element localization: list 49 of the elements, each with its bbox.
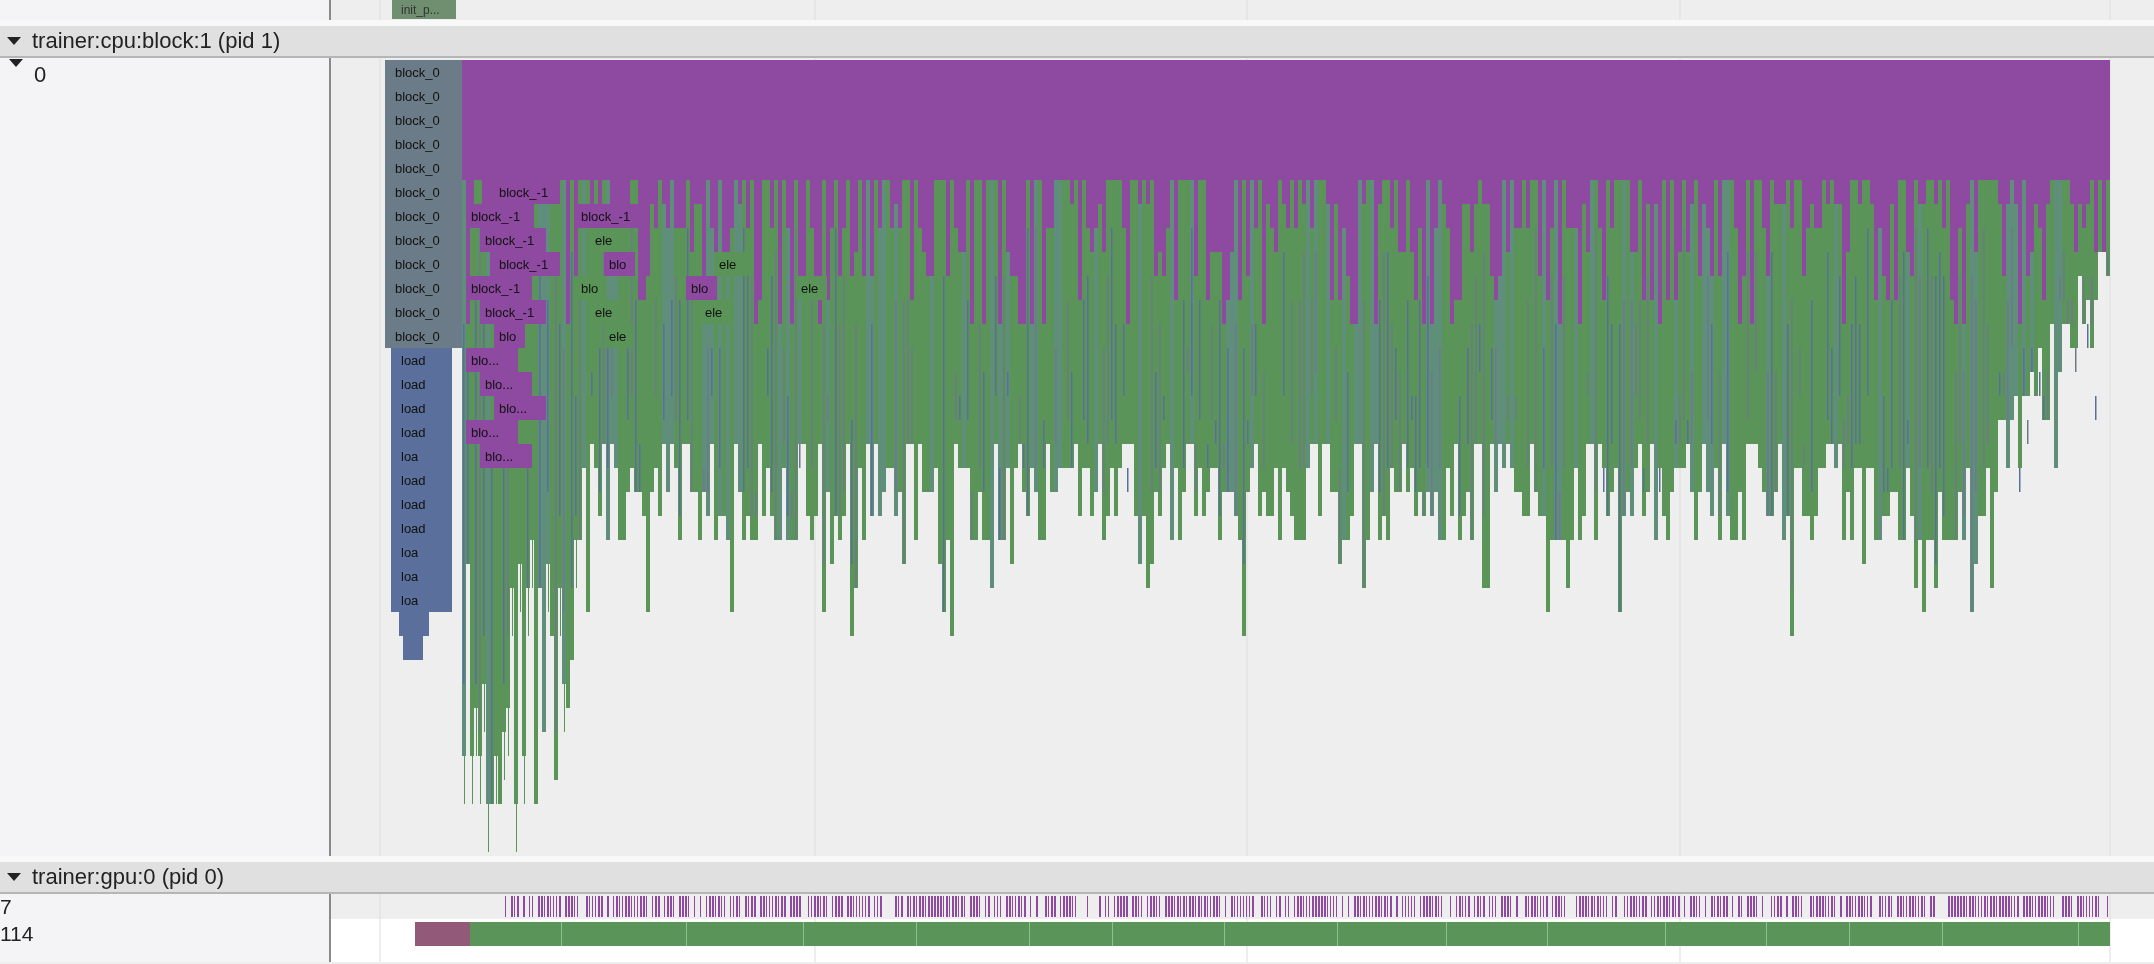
trace-slice[interactable]: block_0 bbox=[385, 84, 462, 108]
trace-slice[interactable]: blo... bbox=[466, 348, 518, 372]
process-header[interactable]: trainer:cpu:block:1 (pid 1) bbox=[0, 20, 2154, 58]
trace-slice[interactable]: blo... bbox=[480, 444, 532, 468]
trace-slice[interactable]: loa bbox=[391, 444, 452, 468]
trace-slice[interactable]: block_0 bbox=[385, 228, 462, 252]
trace-slice[interactable]: blo... bbox=[480, 372, 532, 396]
trace-slice[interactable]: load bbox=[391, 348, 452, 372]
trace-slice[interactable]: init_p... bbox=[392, 0, 456, 19]
trace-slice[interactable]: block_-1 bbox=[480, 300, 546, 324]
trace-slice[interactable]: ele bbox=[590, 228, 621, 252]
trace-slice[interactable]: block_0 bbox=[385, 252, 462, 276]
trace-slice[interactable]: block_0 bbox=[385, 276, 462, 300]
trace-slice[interactable]: ele bbox=[714, 252, 745, 276]
trace-slice[interactable]: loa bbox=[391, 588, 452, 612]
trace-slice[interactable]: load bbox=[391, 420, 452, 444]
trace-slice[interactable]: block_0 bbox=[385, 60, 462, 84]
trace-slice[interactable]: block_-1 bbox=[494, 252, 560, 276]
trace-slice[interactable]: block_-1 bbox=[480, 228, 546, 252]
trace-slice[interactable]: ele bbox=[700, 300, 731, 324]
expand-icon[interactable] bbox=[6, 36, 22, 46]
trace-slice[interactable]: block_0 bbox=[385, 300, 462, 324]
thread-label: 7 bbox=[0, 896, 12, 917]
trace-slice[interactable]: blo bbox=[494, 324, 525, 348]
trace-slice[interactable]: loa bbox=[391, 540, 452, 564]
slice-stack-drawing bbox=[399, 612, 429, 660]
trace-slice[interactable]: load bbox=[391, 396, 452, 420]
trace-slice[interactable]: block_0 bbox=[385, 132, 462, 156]
expand-icon[interactable] bbox=[6, 872, 22, 882]
thread-label: 114 bbox=[0, 923, 34, 944]
trace-slice[interactable]: blo... bbox=[466, 420, 518, 444]
trace-slice[interactable]: loa bbox=[391, 564, 452, 588]
trace-slice[interactable]: blo bbox=[604, 252, 635, 276]
trace-slice[interactable]: load bbox=[391, 492, 452, 516]
trace-slice[interactable]: block_0 bbox=[385, 180, 462, 204]
trace-slice[interactable]: block_0 bbox=[385, 324, 462, 348]
trace-slice[interactable]: blo bbox=[686, 276, 717, 300]
process-header[interactable]: trainer:gpu:0 (pid 0) bbox=[0, 856, 2154, 894]
trace-slice[interactable]: block_0 bbox=[385, 156, 462, 180]
trace-slice[interactable]: load bbox=[391, 372, 452, 396]
trace-slice[interactable]: load bbox=[391, 468, 452, 492]
trace-slice[interactable]: ele bbox=[604, 324, 635, 348]
trace-slice[interactable]: block_0 bbox=[385, 204, 462, 228]
trace-slice[interactable]: block_0 bbox=[385, 108, 462, 132]
trace-slice[interactable]: blo bbox=[576, 276, 607, 300]
trace-slice[interactable]: blo... bbox=[494, 396, 546, 420]
trace-slice[interactable]: load bbox=[391, 516, 452, 540]
trace-slice[interactable]: ele bbox=[796, 276, 827, 300]
thread-label: 0 bbox=[34, 61, 47, 88]
